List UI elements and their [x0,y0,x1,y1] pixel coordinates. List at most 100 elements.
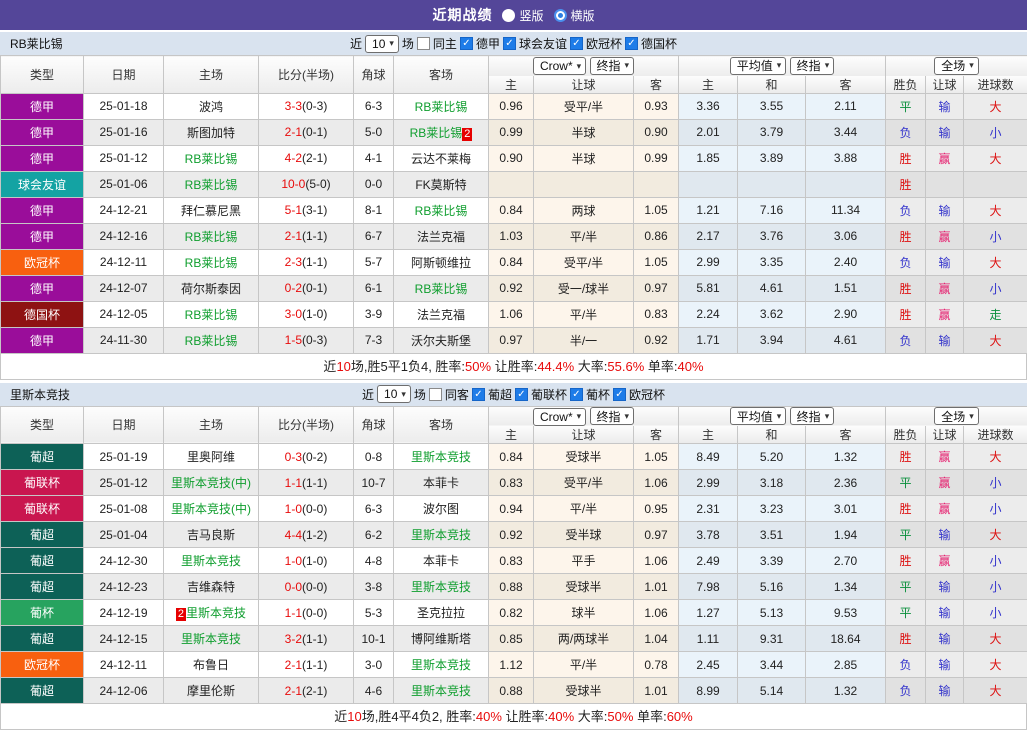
match-row: 葡超 25-01-04 吉马良斯 4-4(1-2) 6-2 里斯本竞技 0.92 受半球 0.9… [0,521,1027,548]
away-team-cell: RB莱比锡 2 [393,118,489,146]
odds-cell: 18.64 [804,625,887,652]
result-cell: 负 [885,196,927,224]
away-team-cell: RB莱比锡 [393,274,489,302]
odds-cell: 2.01 [678,118,738,146]
result-cell: 赢 [925,495,965,522]
odds-cell: 0.82 [488,599,534,626]
bookmaker-select[interactable]: Crow* ▾ [532,57,587,75]
layout-radio-vertical[interactable]: 竖版 [502,7,544,24]
result-cell: 大 [963,651,1027,678]
result-label: 胜 [899,229,912,244]
score-cell: 2-1(2-1) [258,677,354,704]
odds-cell: 受平/半 [533,469,634,496]
league-filter-checkbox[interactable]: ✓ [612,387,626,401]
result-label: 大 [989,658,1002,672]
odds-cell: 4.61 [804,326,887,354]
bookmaker-select[interactable]: Crow* ▾ [532,407,587,426]
league-badge: 葡超 [0,443,84,470]
odds-cell: 0.85 [488,625,534,652]
result-label: 平 [899,528,912,542]
radio-horizontal-label: 横版 [570,8,595,23]
odds-cell: 8.49 [678,443,738,470]
score-cell: 2-1(0-1) [258,118,354,146]
column-header: 日期 [83,55,164,93]
corner-cell: 6-3 [353,92,394,120]
away-team-cell: 里斯本竞技 [393,443,489,470]
column-header: 角球 [353,55,394,93]
corner-cell: 3-8 [353,573,394,600]
odds-cell: 受平/半 [533,248,634,276]
date-cell: 24-12-11 [83,248,164,276]
odds-cell: 9.31 [737,625,806,652]
corner-cell: 5-0 [353,118,394,146]
date-cell: 25-01-08 [83,495,164,522]
halftime-score: (0-1) [302,125,328,139]
home-team-cell: 里斯本竞技(中) [163,495,259,522]
away-team-cell: 圣克拉拉 [393,599,489,626]
odds-cell: 3.35 [737,248,806,276]
chevron-down-icon: ▾ [624,60,630,70]
date-cell: 25-01-16 [83,118,164,146]
fulltime-score: 2-1 [284,683,302,698]
away-team-cell: 波尔图 [393,495,489,522]
league-filter-label: 葡超 [487,387,512,402]
league-filter-checkbox[interactable]: ✓ [459,37,473,50]
final-odds-select-value: 终指 [796,409,821,424]
full-match-select[interactable]: 全场 ▾ [934,407,979,426]
final-odds-select[interactable]: 终指 ▾ [589,56,635,75]
team-label: 里斯本竞技 [410,684,471,698]
column-header: 类型 [0,55,84,93]
league-filter-checkbox[interactable]: ✓ [502,37,516,50]
away-team-cell: 法兰克福 [393,222,489,250]
odds-cell: 2.49 [678,547,738,574]
final-odds-select[interactable]: 终指 ▾ [789,407,835,426]
date-cell: 24-12-19 [83,599,164,626]
score-cell: 1-0(1-0) [258,547,354,574]
result-label: 赢 [938,229,951,244]
average-select[interactable]: 平均值 ▾ [729,56,787,75]
radio-vertical-icon[interactable] [502,8,516,22]
recent-count-select[interactable]: 10 ▾ [377,385,411,403]
final-odds-select[interactable]: 终指 ▾ [589,407,635,425]
section-bar: RB莱比锡近 10 ▾ 场同主 ✓ 德甲 ✓ 球会友谊 ✓ 欧冠杯 ✓ 德国杯 [0,32,1027,55]
radio-horizontal-icon[interactable] [553,8,567,22]
team-label: FK莫斯特 [415,177,467,192]
team-label: 里斯本竞技 [410,450,471,464]
league-filter-checkbox[interactable]: ✓ [514,387,528,401]
league-filter-checkbox[interactable]: ✓ [569,387,583,401]
halftime-score: (1-0) [302,553,328,568]
halftime-score: (0-3) [302,333,328,347]
match-row: 德甲 24-12-07 荷尔斯泰因 0-2(0-1) 6-1 RB莱比锡 0.92 受一/球半… [0,274,1027,302]
result-cell: 赢 [925,443,965,470]
match-row: 葡联杯 25-01-12 里斯本竞技(中) 1-1(1-1) 10-7 本菲卡 0.83 受平… [0,469,1027,496]
odds-cell: 2.90 [804,300,887,328]
summary-line: 近10场,胜4平4负2, 胜率:40% 让胜率:40% 大率:50% 单率:60… [0,704,1027,730]
halftime-score: (1-0) [302,307,328,321]
team-label: RB莱比锡 [184,151,238,166]
corner-cell: 6-3 [353,495,394,522]
result-cell [925,170,965,198]
odds-cell: 0.94 [488,495,534,522]
odds-cell: 1.05 [633,443,679,470]
final-odds-select[interactable]: 终指 ▾ [789,56,835,75]
match-row: 德甲 25-01-16 斯图加特 2-1(0-1) 5-0 RB莱比锡 2 0.99 半球 0.9… [0,118,1027,146]
odds-cell: 5.13 [737,599,806,626]
league-filter-checkbox[interactable]: ✓ [471,387,485,401]
result-cell: 胜 [885,443,927,470]
league-filter-checkbox[interactable]: ✓ [624,37,638,50]
same-venue-checkbox[interactable] [428,387,442,401]
full-match-select[interactable]: 全场 ▾ [934,56,979,75]
filter-bar: 近 10 ▾ 场同客 ✓ 葡超 ✓ 葡联杯 ✓ 葡杯 ✓ 欧冠杯 [362,385,665,403]
recent-count-select[interactable]: 10 ▾ [365,34,399,53]
date-cell: 24-12-06 [83,677,164,704]
average-select[interactable]: 平均值 ▾ [729,407,787,426]
fulltime-score: 2-1 [284,657,302,672]
odds-cell: 2.11 [804,92,887,120]
layout-radio-horizontal[interactable]: 横版 [553,7,595,24]
team-label: 博阿维斯塔 [410,632,471,646]
league-filter-checkbox[interactable]: ✓ [569,37,583,50]
halftime-score: (0-2) [302,449,328,464]
odds-cell: 1.21 [678,196,738,224]
result-cell: 平 [885,573,927,600]
same-venue-checkbox[interactable] [416,37,430,50]
